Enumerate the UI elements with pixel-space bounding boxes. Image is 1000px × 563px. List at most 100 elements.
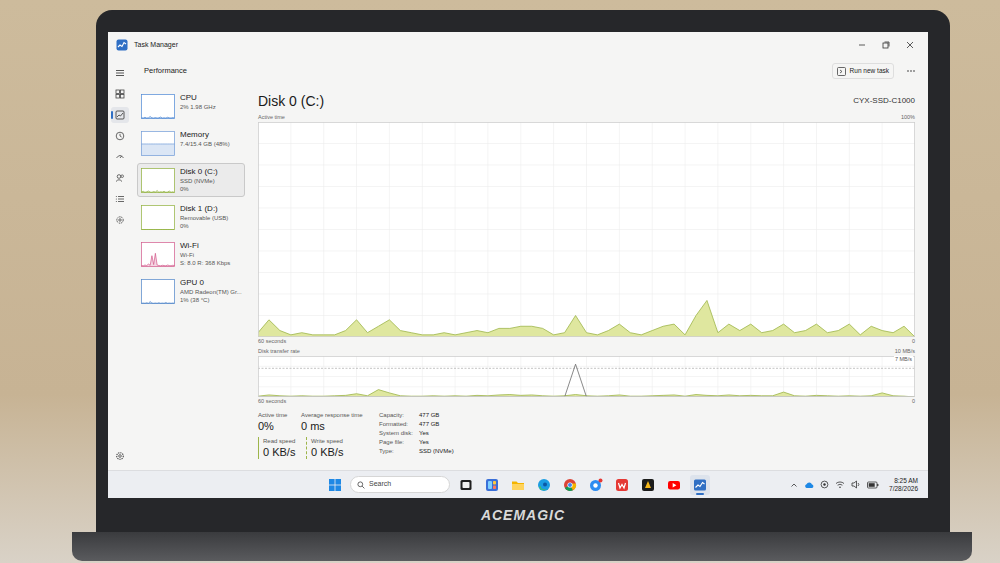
nav-item[interactable] [111,212,129,228]
file-explorer-icon [511,478,525,492]
series-segment [816,395,827,396]
thumbnail-area [142,117,175,119]
series-segment [302,333,313,335]
series-segment [258,395,269,396]
series-segment [652,326,663,330]
app-content: PerformanceRun new task CPU2% 1.98 GHzMe… [132,58,928,470]
chart-label: 60 seconds [258,397,286,405]
app-body: PerformanceRun new task CPU2% 1.98 GHzMe… [108,58,928,470]
speed-label: Write speed [311,437,366,445]
nav-item[interactable] [111,65,129,81]
resource-item[interactable]: CPU2% 1.98 GHz [137,89,245,123]
more-icon[interactable] [902,69,920,73]
resource-detail: S: 8.0 R: 368 Kbps [180,259,230,267]
search-placeholder[interactable]: Search [369,479,391,490]
search-box[interactable]: Search [350,476,450,493]
screen: Task Manager PerformanceRun new task CPU… [108,32,928,498]
title-bar: Task Manager [108,32,928,58]
series-segment [773,324,784,330]
settings-icon [115,451,125,461]
series-segment [466,331,477,333]
clock[interactable]: 8:25 AM7/28/2026 [885,477,920,493]
grid-line [258,272,915,273]
grid-line [258,315,915,316]
series-segment [488,394,499,396]
chevron-up-icon[interactable] [790,481,798,489]
speed-value: 0 KB/s [263,445,306,459]
grid-line [258,165,915,166]
taskbar-app[interactable] [534,475,554,495]
resource-item[interactable]: Disk 0 (C:)SSD (NVMe)0% [137,163,245,197]
nav-item[interactable] [111,86,129,102]
series-segment [324,334,335,335]
speed-label: Read speed [263,437,306,445]
series-segment [641,331,652,335]
resource-item[interactable]: Wi-FiWi-FiS: 8.0 R: 368 Kbps [137,237,245,271]
task-view-icon [459,478,473,492]
series-segment [871,393,882,396]
series-segment [696,300,707,315]
resource-text: Disk 1 (D:)Removable (USB)0% [180,204,228,230]
wifi-icon[interactable] [835,480,845,489]
resource-detail: Removable (USB) [180,214,228,222]
series-segment [368,390,379,396]
taskbar-app[interactable] [508,475,528,495]
nav-item[interactable] [111,191,129,207]
disk-stats: Active time0%Average response time0 msRe… [258,411,915,459]
stat: Active time0% [258,411,301,433]
property-value: Yes [419,429,454,437]
run-new-task-button[interactable]: Run new task [832,63,894,79]
taskbar-app[interactable] [456,475,476,495]
series-segment [335,331,346,335]
series-segment [762,331,773,333]
resource-name: Disk 0 (C:) [180,167,218,177]
taskbar-app[interactable] [690,475,710,495]
nav-item[interactable] [111,128,129,144]
resource-item[interactable]: Memory7.4/15.4 GB (48%) [137,126,245,160]
performance-view: CPU2% 1.98 GHzMemory7.4/15.4 GB (48%) Dis… [132,84,928,470]
series-segment [652,395,663,396]
nav-item[interactable] [111,170,129,186]
nav-item[interactable] [111,149,129,165]
chart-label: 0 [912,397,915,405]
series-segment [510,326,521,328]
resource-text: Disk 0 (C:)SSD (NVMe)0% [180,167,218,193]
resource-item[interactable]: GPU 0AMD Radeon(TM) Gr...1% (38 °C) [137,274,245,308]
series-segment [663,394,674,395]
series-segment [740,324,751,330]
task-manager-icon [693,478,707,492]
nav-item[interactable] [111,448,129,464]
series-segment [389,320,400,331]
sync-icon[interactable] [820,480,829,489]
series-segment [269,320,280,331]
battery-icon[interactable] [867,481,879,489]
series-segment [357,320,368,333]
taskbar-app[interactable] [638,475,658,495]
taskbar-app[interactable] [612,475,632,495]
series-segment [718,394,729,396]
series-segment [718,324,729,333]
taskbar-app[interactable] [586,475,606,495]
start-icon[interactable] [326,476,344,494]
property-value: Yes [419,438,454,446]
minimize-icon[interactable] [856,39,868,51]
taskbar-app[interactable] [482,475,502,495]
resource-thumbnail [141,279,175,304]
resource-item[interactable]: Disk 1 (D:)Removable (USB)0% [137,200,245,234]
taskbar-app[interactable] [664,475,684,495]
property-value: SSD (NVMe) [419,447,454,455]
series-segment [499,328,510,329]
system-tray: 8:25 AM7/28/2026 [710,477,920,493]
taskbar-app[interactable] [560,475,580,495]
series-segment [455,333,466,335]
selection-indicator [111,111,113,119]
grid-line [258,251,915,252]
property-value: 477 GB [419,420,454,428]
nav-item[interactable] [111,107,129,123]
thumbnail-area [142,191,175,193]
cloud-icon[interactable] [804,481,814,489]
close-icon[interactable] [904,39,916,51]
restore-icon[interactable] [880,39,892,51]
volume-icon[interactable] [851,480,861,489]
search-icon [357,481,365,489]
